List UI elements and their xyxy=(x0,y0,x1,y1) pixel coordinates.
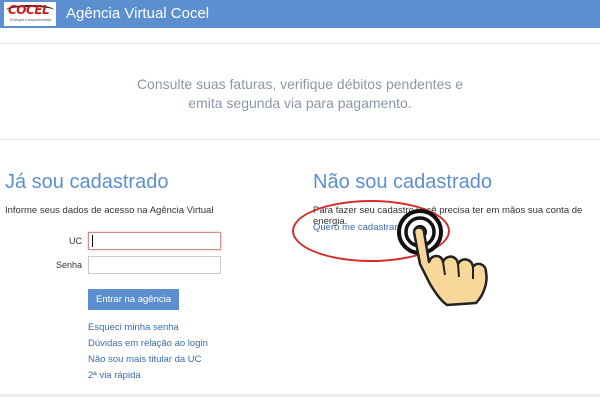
registered-info: Informe seus dados de acesso na Agência … xyxy=(5,205,214,216)
registered-title: Já sou cadastrado xyxy=(5,171,169,193)
app-title: Agência Virtual Cocel xyxy=(66,5,210,22)
text-caret xyxy=(92,235,93,247)
hero-divider-bottom xyxy=(0,139,600,140)
highlight-ellipse xyxy=(292,200,450,262)
senha-label: Senha xyxy=(55,260,82,270)
logo-text: COCEL xyxy=(8,3,50,17)
cocel-logo[interactable]: COCEL Energia Comprometida xyxy=(4,2,56,26)
uc-input[interactable] xyxy=(88,232,221,250)
forgot-password-link[interactable]: Esqueci minha senha xyxy=(88,322,179,333)
hero-message: Consulte suas faturas, verifique débitos… xyxy=(100,75,500,113)
hero-line-2: emita segunda via para pagamento. xyxy=(188,95,412,111)
not-registered-title: Não sou cadastrado xyxy=(313,171,493,193)
senha-input[interactable] xyxy=(88,256,221,274)
logo-subtext: Energia Comprometida xyxy=(10,17,52,22)
top-bar: COCEL Energia Comprometida Agência Virtu… xyxy=(0,0,600,28)
uc-label: UC xyxy=(69,236,82,246)
enter-agency-button[interactable]: Entrar na agência xyxy=(88,289,179,310)
not-holder-link[interactable]: Não sou mais titular da UC xyxy=(88,354,202,365)
quick-copy-link[interactable]: 2ª via rápida xyxy=(88,370,141,381)
hero-divider-top xyxy=(0,43,600,44)
hero-line-1: Consulte suas faturas, verifique débitos… xyxy=(136,76,464,92)
login-help-link[interactable]: Dúvidas em relação ao login xyxy=(88,338,208,349)
